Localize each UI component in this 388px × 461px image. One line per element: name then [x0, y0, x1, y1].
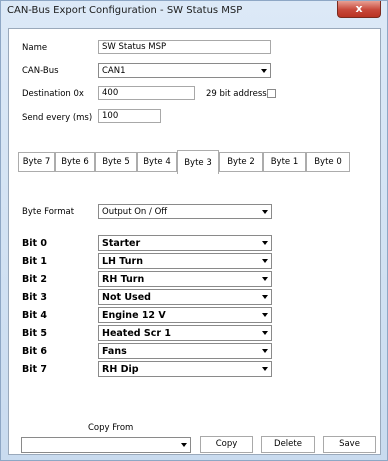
bit-selected-value: RH Turn — [102, 274, 145, 285]
send-every-field[interactable]: 100 — [98, 109, 161, 123]
tab-byte-7[interactable]: Byte 7 — [18, 152, 55, 172]
bit-selected-value: Fans — [102, 346, 127, 357]
byte-format-select[interactable]: Output On / Off — [98, 204, 272, 219]
chevron-down-icon — [258, 290, 271, 304]
chevron-down-icon — [258, 236, 271, 250]
destination-field[interactable]: 400 — [98, 86, 195, 100]
send-every-label: Send every (ms) — [22, 113, 93, 123]
form-panel: Name SW Status MSP CAN-Bus CAN1 Destinat… — [8, 28, 381, 455]
tab-byte-3[interactable]: Byte 3 — [177, 150, 219, 174]
chevron-down-icon — [258, 326, 271, 340]
bit-select[interactable]: Not Used — [98, 289, 272, 305]
canbus-select[interactable]: CAN1 — [98, 63, 271, 78]
bit-label: Bit 1 — [22, 256, 47, 267]
chevron-down-icon — [258, 272, 271, 286]
bit-label: Bit 0 — [22, 238, 47, 249]
close-icon: x — [355, 2, 363, 15]
bit-label: Bit 6 — [22, 346, 47, 357]
bit-selected-value: Heated Scr 1 — [102, 328, 171, 339]
bit-label: Bit 3 — [22, 292, 47, 303]
addr29-checkbox[interactable] — [267, 89, 276, 98]
byte-format-selected-value: Output On / Off — [102, 207, 168, 217]
copy-from-label: Copy From — [88, 423, 134, 433]
bit-selected-value: Starter — [102, 238, 141, 249]
tab-byte-5[interactable]: Byte 5 — [95, 152, 137, 172]
chevron-down-icon — [258, 205, 271, 218]
bit-select[interactable]: Starter — [98, 235, 272, 251]
save-button[interactable]: Save — [323, 436, 376, 453]
bit-select[interactable]: RH Dip — [98, 361, 272, 377]
bit-selected-value: LH Turn — [102, 256, 143, 267]
bit-label: Bit 5 — [22, 328, 47, 339]
chevron-down-icon — [258, 308, 271, 322]
tab-byte-4[interactable]: Byte 4 — [137, 152, 177, 172]
canbus-label: CAN-Bus — [22, 66, 59, 76]
delete-button[interactable]: Delete — [261, 436, 315, 453]
tab-byte-6[interactable]: Byte 6 — [55, 152, 95, 172]
dialog-window: CAN-Bus Export Configuration - SW Status… — [0, 0, 388, 461]
bit-select[interactable]: Fans — [98, 343, 272, 359]
chevron-down-icon — [258, 254, 271, 268]
byte-format-label: Byte Format — [22, 207, 75, 217]
copy-from-select[interactable] — [21, 437, 191, 453]
chevron-down-icon — [258, 362, 271, 376]
name-label: Name — [22, 43, 48, 53]
bit-selected-value: RH Dip — [102, 364, 139, 375]
tab-byte-2[interactable]: Byte 2 — [219, 152, 263, 172]
addr29-label: 29 bit address — [206, 89, 267, 99]
window-title: CAN-Bus Export Configuration - SW Status… — [7, 5, 243, 16]
name-field[interactable]: SW Status MSP — [98, 40, 271, 54]
chevron-down-icon — [258, 344, 271, 358]
bit-label: Bit 4 — [22, 310, 47, 321]
tab-byte-0[interactable]: Byte 0 — [306, 152, 350, 172]
bit-select[interactable]: LH Turn — [98, 253, 272, 269]
bit-label: Bit 7 — [22, 364, 47, 375]
bit-select[interactable]: RH Turn — [98, 271, 272, 287]
chevron-down-icon — [177, 438, 190, 451]
close-button[interactable]: x — [337, 1, 381, 18]
canbus-selected-value: CAN1 — [102, 66, 126, 76]
bit-select[interactable]: Heated Scr 1 — [98, 325, 272, 341]
bit-label: Bit 2 — [22, 274, 47, 285]
copy-button[interactable]: Copy — [200, 436, 253, 453]
title-bar[interactable]: CAN-Bus Export Configuration - SW Status… — [1, 1, 387, 23]
chevron-down-icon — [257, 64, 270, 77]
bit-selected-value: Engine 12 V — [102, 310, 166, 321]
bit-selected-value: Not Used — [102, 292, 151, 303]
bit-select[interactable]: Engine 12 V — [98, 307, 272, 323]
destination-label: Destination 0x — [22, 89, 84, 99]
tab-byte-1[interactable]: Byte 1 — [263, 152, 306, 172]
